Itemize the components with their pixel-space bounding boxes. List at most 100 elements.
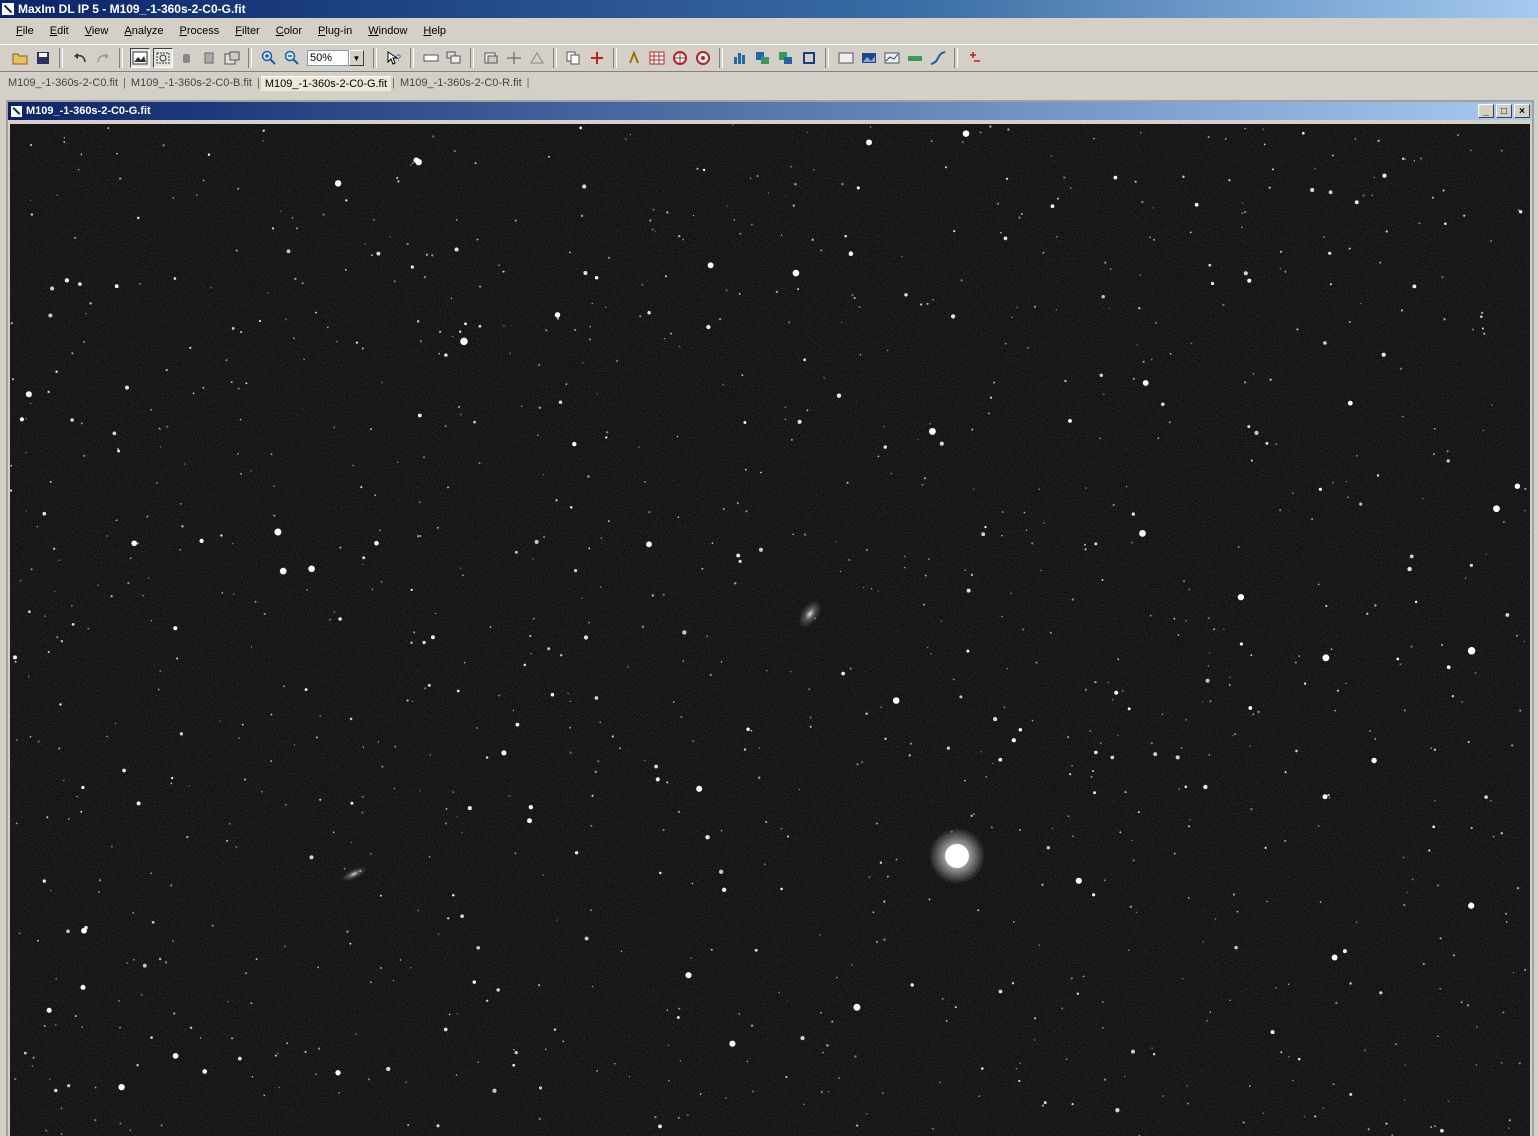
document-title-bar[interactable]: M109_-1-360s-2-C0-G.fit _ □ × [8,102,1532,120]
star [240,472,243,475]
zoom-out-icon[interactable] [282,48,302,68]
calibrate-icon[interactable] [481,48,501,68]
maximize-button[interactable]: □ [1496,104,1512,118]
combine-icon[interactable] [527,48,547,68]
pan-hand-icon[interactable] [176,48,196,68]
align-icon[interactable] [504,48,524,68]
star [186,835,189,839]
star [750,1024,754,1027]
menu-help[interactable]: Help [415,25,454,37]
star [924,574,927,577]
tab-c0-b[interactable]: M109_-1-360s-2-C0-B.fit [127,76,256,90]
star [1369,730,1371,732]
star [1101,579,1104,581]
graph-window-icon[interactable] [882,48,902,68]
star [1177,634,1180,636]
histogram-icon[interactable] [730,48,750,68]
star [856,186,860,190]
guider-icon[interactable] [670,48,690,68]
focus-icon[interactable] [693,48,713,68]
menu-file[interactable]: File [8,25,42,37]
line-profile-icon[interactable] [421,48,441,68]
tab-c0-g[interactable]: M109_-1-360s-2-C0-G.fit [260,75,392,91]
close-button[interactable]: × [1514,104,1530,118]
image-canvas[interactable] [10,124,1530,1136]
star [235,846,238,848]
star [1075,877,1082,884]
tab-c0-r[interactable]: M109_-1-360s-2-C0-R.fit [396,76,526,90]
menu-analyze[interactable]: Analyze [116,25,171,37]
crosshair-icon[interactable] [587,48,607,68]
image-window-icon[interactable] [859,48,879,68]
star [189,1026,193,1029]
minimize-button[interactable]: _ [1478,104,1494,118]
star [1130,541,1133,544]
zoom-input[interactable] [307,50,349,66]
star [677,516,680,518]
redo-icon[interactable] [93,48,113,68]
dock-right-icon[interactable] [776,48,796,68]
star [439,330,442,333]
ruler-icon[interactable] [905,48,925,68]
menu-filter[interactable]: Filter [227,25,267,37]
star [729,1040,736,1047]
save-disk-icon[interactable] [33,48,53,68]
star [1016,306,1018,309]
star [1034,1017,1037,1020]
star [1101,294,1105,299]
star [371,588,374,590]
star [1019,1062,1022,1065]
star [520,405,523,408]
chevron-down-icon[interactable]: ▼ [349,50,364,66]
star [836,393,842,398]
tab-c0[interactable]: M109_-1-360s-2-C0.fit [4,76,122,90]
star [746,1060,749,1062]
camera-grid-icon[interactable] [647,48,667,68]
menu-view[interactable]: View [77,25,117,37]
star [534,539,539,544]
star [367,1078,370,1081]
star [301,282,304,285]
image-info-icon[interactable] [222,48,242,68]
star [165,368,168,372]
zoom-in-icon[interactable] [259,48,279,68]
star [345,199,348,202]
curves-icon[interactable] [928,48,948,68]
copy-icon[interactable] [564,48,584,68]
plus-minus-icon[interactable] [965,48,985,68]
image-view-icon[interactable] [129,48,150,68]
star [262,129,265,132]
frame-icon[interactable] [799,48,819,68]
star [649,219,652,222]
context-help-icon[interactable]: ? [384,48,404,68]
star [60,1107,63,1110]
crosshair-select-icon[interactable] [152,48,173,68]
star [262,140,264,142]
zoom-combo[interactable]: ▼ [307,49,364,67]
stamp-icon[interactable] [199,48,219,68]
star [705,835,710,840]
menu-edit[interactable]: Edit [42,25,77,37]
screen-stretch-icon[interactable] [836,48,856,68]
star [211,924,214,927]
menu-window[interactable]: Window [360,25,415,37]
star [1492,835,1495,838]
menu-color[interactable]: Color [268,25,310,37]
star [1084,543,1086,546]
star [114,722,117,725]
undo-icon[interactable] [70,48,90,68]
menu-process[interactable]: Process [172,25,228,37]
star [827,1090,830,1093]
star [94,1086,97,1089]
star [1411,878,1414,881]
menu-plugin[interactable]: Plug-in [310,25,360,37]
star [1332,1083,1335,1085]
star [651,228,654,231]
star [1279,268,1282,270]
star [478,324,482,328]
telescope-icon[interactable] [624,48,644,68]
stack-icon[interactable] [444,48,464,68]
dock-left-icon[interactable] [753,48,773,68]
open-folder-icon[interactable] [10,48,30,68]
star [1275,443,1278,445]
